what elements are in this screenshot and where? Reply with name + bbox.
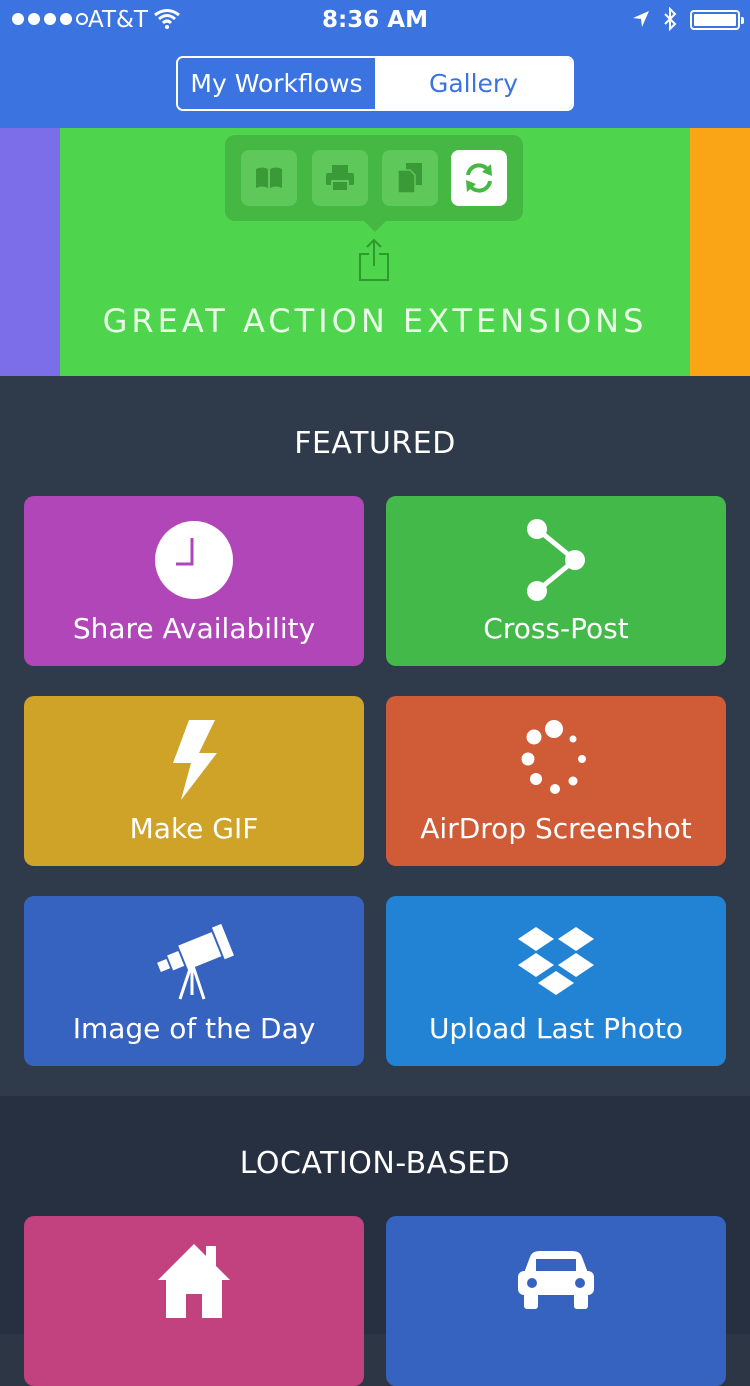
navigation-bar: AT&T 8:36 AM My Workflows Gallery (0, 0, 750, 128)
status-bar: AT&T 8:36 AM (0, 0, 750, 40)
section-title-location-based: LOCATION-BASED (239, 1146, 511, 1181)
hero-banner[interactable]: GREAT ACTION EXTENSIONS (0, 128, 750, 376)
telescope-icon (157, 923, 234, 1000)
book-icon (241, 150, 297, 206)
action-extension-popover (225, 135, 523, 232)
previous-banner-peek[interactable] (0, 128, 60, 376)
featured-section: FEATURED Share Availability Cross-Post M… (0, 376, 750, 1096)
image-of-the-day-tile[interactable]: Image of the Day (24, 896, 364, 1066)
make-gif-tile[interactable]: Make GIF (24, 696, 364, 866)
battery-icon (690, 10, 744, 30)
location-arrow-icon (633, 11, 649, 27)
share-availability-tile[interactable]: Share Availability (24, 496, 364, 666)
dropbox-icon (518, 927, 594, 995)
share-nodes-icon (527, 519, 585, 601)
segmented-control: My Workflows Gallery (176, 56, 574, 111)
airdrop-icon (521, 720, 586, 794)
section-title-featured: FEATURED (294, 426, 456, 461)
tile-label: AirDrop Screenshot (420, 812, 692, 845)
car-icon (518, 1251, 594, 1309)
home-tile[interactable] (24, 1216, 364, 1386)
tab-my-workflows[interactable]: My Workflows (178, 58, 375, 109)
clock-icon (155, 521, 233, 599)
location-based-section: LOCATION-BASED (0, 1096, 750, 1386)
share-icon (359, 238, 389, 281)
home-icon (158, 1244, 230, 1318)
upload-last-photo-tile[interactable]: Upload Last Photo (386, 896, 726, 1066)
printer-icon (312, 150, 368, 206)
tile-label: Image of the Day (72, 1012, 316, 1045)
tab-gallery[interactable]: Gallery (375, 58, 572, 109)
next-banner-peek[interactable] (690, 128, 750, 376)
tile-label: Cross-Post (483, 612, 629, 645)
hero-title: GREAT ACTION EXTENSIONS (102, 302, 648, 340)
bluetooth-icon (664, 7, 677, 31)
car-tile[interactable] (386, 1216, 726, 1386)
lightning-icon (173, 720, 217, 800)
tile-label: Make GIF (129, 812, 259, 845)
tile-label: Upload Last Photo (428, 1012, 684, 1045)
sync-icon (451, 150, 507, 206)
airdrop-screenshot-tile[interactable]: AirDrop Screenshot (386, 696, 726, 866)
cross-post-tile[interactable]: Cross-Post (386, 496, 726, 666)
tile-label: Share Availability (72, 612, 316, 645)
documents-icon (382, 150, 438, 206)
